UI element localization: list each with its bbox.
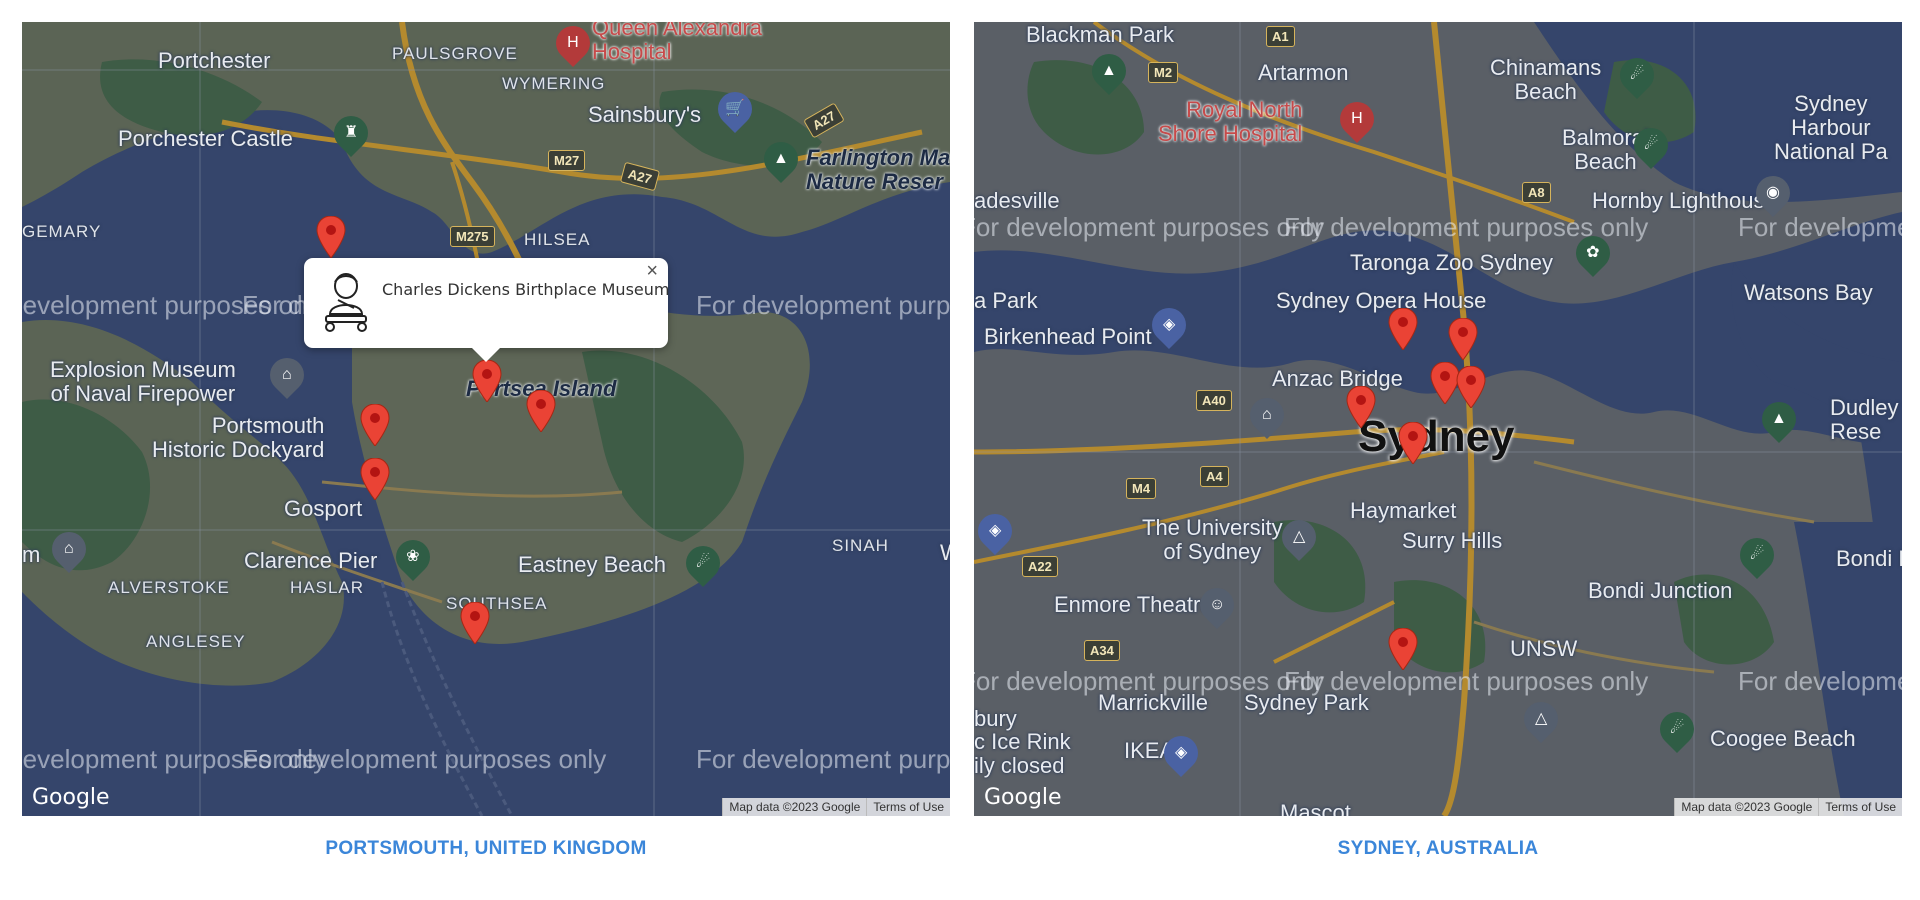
- map-caption-portsmouth: PORTSMOUTH, UNITED KINGDOM: [325, 838, 647, 859]
- map-attribution: Map data ©2023 Google Terms of Use: [722, 798, 950, 816]
- label-coogee-beach: Coogee Beach: [1710, 726, 1856, 751]
- watermark: For development purposes only: [1284, 212, 1649, 242]
- label-sydney-harbour: Sydney Harbour National Pa: [1774, 91, 1888, 164]
- label-sinah: SINAH: [832, 536, 889, 555]
- label-dudley-reserve: Dudley Rese: [1830, 395, 1899, 444]
- label-portchester: Portchester: [158, 48, 271, 73]
- label-birkenhead-point: Birkenhead Point: [984, 324, 1152, 349]
- label-w: W: [940, 540, 950, 566]
- road-shield-a40: A40: [1196, 390, 1232, 411]
- location-marker[interactable]: [316, 216, 346, 258]
- road-shield-a22: A22: [1022, 556, 1058, 577]
- label-portsmouth-dockyard: Portsmouth Historic Dockyard: [152, 413, 325, 462]
- location-marker[interactable]: [460, 602, 490, 644]
- watermark: For development purposes only: [974, 212, 1325, 242]
- label-enmore-theatre: Enmore Theatre: [1054, 592, 1213, 617]
- info-window: Charles Dickens Birthplace Museum ×: [304, 258, 670, 362]
- road-shield-m4: M4: [1126, 478, 1157, 499]
- label-sydney: Sydney: [1358, 412, 1515, 461]
- label-explosion-museum: Explosion Museum of Naval Firepower: [50, 357, 236, 406]
- road-shield-a1: A1: [1266, 26, 1295, 47]
- map-portsmouth[interactable]: Portchester PAULSGROVE Queen Alexandra H…: [22, 22, 950, 816]
- road-shield-m275: M275: [450, 226, 495, 247]
- label-unsw: UNSW: [1510, 636, 1578, 661]
- watermark: For development purposes only: [242, 744, 607, 774]
- label-queen-alexandra: Queen Alexandra Hospital: [592, 22, 763, 64]
- label-wymering: WYMERING: [502, 74, 606, 93]
- label-bondi-junction: Bondi Junction: [1588, 578, 1733, 603]
- label-haslar: HASLAR: [290, 578, 365, 597]
- road-shield-a34: A34: [1084, 640, 1120, 661]
- location-marker[interactable]: [1388, 628, 1418, 670]
- label-blackman-park: Blackman Park: [1026, 22, 1174, 47]
- label-taronga-zoo: Taronga Zoo Sydney: [1350, 250, 1554, 275]
- road-shield-m27: M27: [548, 150, 586, 171]
- watermark: For development purposes only: [696, 744, 950, 774]
- watermark: For development purposes only: [1738, 666, 1902, 696]
- road-shield-a8: A8: [1522, 182, 1551, 203]
- label-ice-rink: c Ice Rink ily closed: [974, 729, 1071, 778]
- label-sainsburys: Sainsbury's: [588, 102, 702, 127]
- watermark: For development purposes only: [1284, 666, 1649, 696]
- label-haymarket: Haymarket: [1350, 498, 1457, 523]
- location-marker[interactable]: [1448, 318, 1478, 360]
- label-hornby-lighthouse: Hornby Lighthouse: [1592, 188, 1777, 213]
- location-marker[interactable]: [360, 458, 390, 500]
- terms-of-use-link[interactable]: Terms of Use: [866, 798, 950, 816]
- map-attribution: Map data ©2023 Google Terms of Use: [1674, 798, 1902, 816]
- road-shield-m2: M2: [1148, 62, 1179, 83]
- label-anzac-bridge: Anzac Bridge: [1272, 366, 1403, 391]
- label-farlington: Farlington Ma Nature Reser: [806, 145, 950, 194]
- label-artarmon: Artarmon: [1258, 60, 1349, 85]
- label-clarence-pier: Clarence Pier: [244, 548, 378, 573]
- label-chinamans-beach: Chinamans Beach: [1490, 55, 1602, 104]
- terms-of-use-link[interactable]: Terms of Use: [1818, 798, 1902, 816]
- label-eastney-beach: Eastney Beach: [518, 552, 666, 577]
- close-icon[interactable]: ×: [646, 260, 658, 283]
- map-card-sydney: Blackman Park Artarmon Chinamans Beach S…: [974, 22, 1902, 860]
- label-portchester-castle: Porchester Castle: [118, 126, 293, 151]
- label-hilsea: HILSEA: [524, 230, 591, 249]
- label-gladesville: adesville: [974, 188, 1060, 213]
- location-marker[interactable]: [526, 390, 556, 432]
- map-card-portsmouth: Portchester PAULSGROVE Queen Alexandra H…: [22, 22, 950, 860]
- road-shield-a4: A4: [1200, 466, 1229, 487]
- label-watsons-bay: Watsons Bay: [1744, 280, 1873, 305]
- location-marker[interactable]: [1346, 386, 1376, 428]
- location-marker[interactable]: [472, 360, 502, 402]
- map-caption-sydney: SYDNEY, AUSTRALIA: [1337, 838, 1539, 859]
- label-royal-north-shore: Royal North Shore Hospital: [1158, 97, 1303, 146]
- label-anglesey: ANGLESEY: [146, 632, 246, 651]
- label-alverstoke: ALVERSTOKE: [108, 578, 230, 597]
- map-sydney[interactable]: Blackman Park Artarmon Chinamans Beach S…: [974, 22, 1902, 816]
- label-gemary: GEMARY: [22, 222, 102, 241]
- location-marker[interactable]: [1388, 308, 1418, 350]
- location-marker[interactable]: [360, 404, 390, 446]
- watermark: For development purposes only: [974, 666, 1325, 696]
- watermark: For development purposes only: [1738, 212, 1902, 242]
- watermark: For development purposes only: [696, 290, 950, 320]
- map-data-label: Map data ©2023 Google: [1674, 798, 1819, 816]
- museum-bust-icon: [325, 273, 367, 332]
- label-bondi-beach: Bondi Be: [1836, 546, 1902, 571]
- label-a-park: a Park: [974, 288, 1038, 313]
- label-mascot: Mascot: [1280, 800, 1351, 816]
- label-gosport: Gosport: [284, 496, 363, 521]
- location-marker[interactable]: [1398, 422, 1428, 464]
- google-logo[interactable]: Google: [32, 785, 110, 810]
- info-window-title: Charles Dickens Birthplace Museum: [382, 280, 670, 299]
- label-paulsgrove: PAULSGROVE: [392, 44, 518, 63]
- map-data-label: Map data ©2023 Google: [722, 798, 867, 816]
- location-marker[interactable]: [1456, 366, 1486, 408]
- label-m: m: [22, 542, 41, 567]
- google-logo[interactable]: Google: [984, 785, 1062, 810]
- label-opera-house: Sydney Opera House: [1276, 288, 1487, 313]
- label-surry-hills: Surry Hills: [1402, 528, 1503, 553]
- label-university-of-sydney: The University of Sydney: [1142, 515, 1283, 564]
